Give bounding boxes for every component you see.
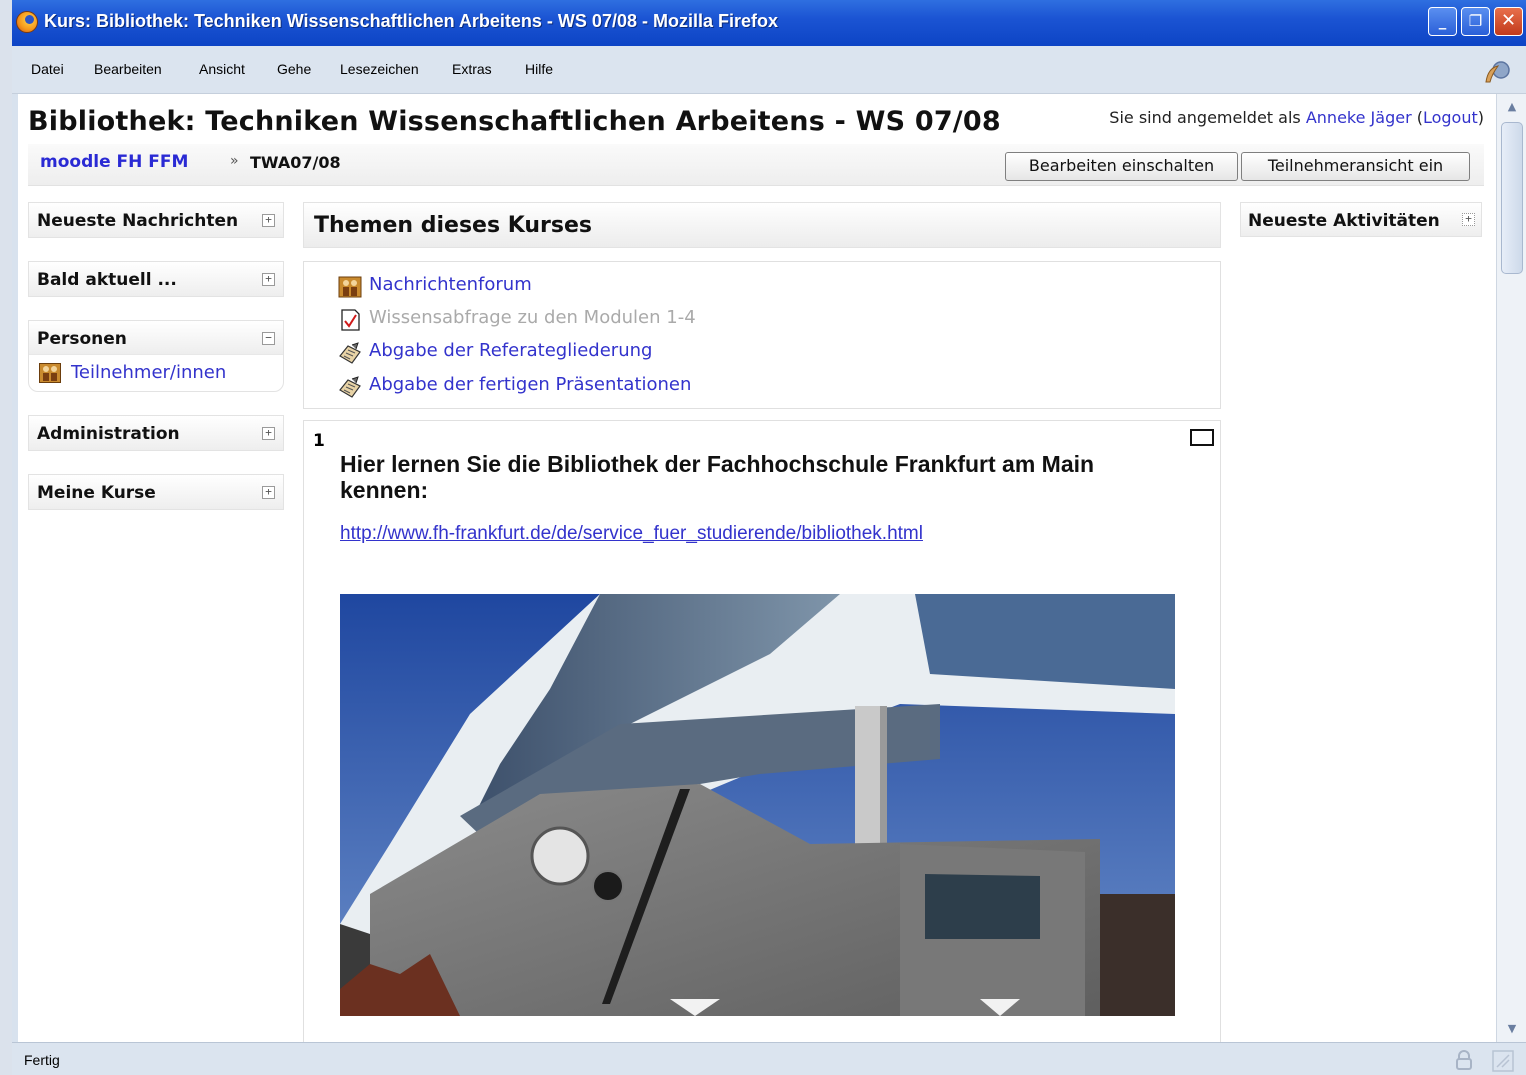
title-bar: Kurs: Bibliothek: Techniken Wissenschaft… (12, 0, 1526, 46)
status-text: Fertig (24, 1052, 60, 1068)
menu-lesezeichen[interactable]: Lesezeichen (340, 61, 419, 77)
topics-title: Themen dieses Kurses (314, 213, 593, 238)
expand-icon[interactable]: + (1462, 213, 1475, 226)
participants-link[interactable]: Teilnehmer/innen (71, 362, 226, 383)
breadcrumb: moodle FH FFM » TWA07/08 Bearbeiten eins… (28, 144, 1484, 186)
topics-header: Themen dieses Kurses (303, 202, 1221, 248)
block-news-title: Neueste Nachrichten (37, 211, 239, 231)
participant-view-button[interactable]: Teilnehmeransicht ein (1241, 152, 1470, 181)
expand-icon[interactable]: + (262, 486, 275, 499)
menu-hilfe[interactable]: Hilfe (525, 61, 553, 77)
menu-gehe[interactable]: Gehe (277, 61, 311, 77)
scroll-down-arrow-icon[interactable]: ▼ (1503, 1022, 1521, 1036)
firefox-icon (16, 11, 38, 33)
people-icon (39, 363, 61, 383)
breadcrumb-current: TWA07/08 (250, 153, 341, 172)
block-people: Personen − Teilnehmer/innen (28, 320, 284, 392)
expand-icon[interactable]: + (262, 214, 275, 227)
menu-extras[interactable]: Extras (452, 61, 492, 77)
block-recent-activity: Neueste Aktivitäten + (1240, 202, 1482, 237)
breadcrumb-home[interactable]: moodle FH FFM (40, 152, 188, 172)
assignment-link[interactable]: Abgabe der fertigen Präsentationen (369, 374, 691, 395)
window-title: Kurs: Bibliothek: Techniken Wissenschaft… (44, 11, 778, 31)
highlight-toggle[interactable] (1190, 429, 1214, 446)
block-people-title: Personen (37, 329, 127, 349)
menu-ansicht[interactable]: Ansicht (199, 61, 245, 77)
logout-link[interactable]: Logout (1423, 108, 1478, 127)
section-heading: Hier lernen Sie die Bibliothek der Fachh… (340, 451, 1095, 503)
course-section-1: 1 Hier lernen Sie die Bibliothek der Fac… (303, 420, 1221, 1042)
login-info: Sie sind angemeldet als Anneke Jäger (Lo… (1109, 108, 1484, 127)
forum-icon (338, 276, 362, 298)
menu-bearbeiten[interactable]: Bearbeiten (94, 61, 162, 77)
browser-window: Kurs: Bibliothek: Techniken Wissenschaft… (0, 0, 1526, 1075)
block-upcoming: Bald aktuell ... + (28, 261, 284, 297)
vertical-scrollbar[interactable]: ▲ ▼ (1496, 94, 1526, 1042)
block-admin-title: Administration (37, 424, 180, 444)
scrollbar-thumb[interactable] (1501, 122, 1523, 274)
forum-link[interactable]: Nachrichtenforum (369, 274, 532, 295)
block-my-courses-title: Meine Kurse (37, 483, 156, 503)
library-building-photo (340, 594, 1175, 1016)
expand-icon[interactable]: + (262, 273, 275, 286)
library-link[interactable]: http://www.fh-frankfurt.de/de/service_fu… (340, 523, 923, 545)
block-recent-activity-title: Neueste Aktivitäten (1248, 211, 1440, 231)
minimize-button[interactable]: _ (1428, 7, 1457, 36)
menu-bar: Datei Bearbeiten Ansicht Gehe Lesezeiche… (12, 46, 1526, 94)
block-admin: Administration + (28, 415, 284, 451)
block-upcoming-title: Bald aktuell ... (37, 270, 177, 290)
scroll-up-arrow-icon[interactable]: ▲ (1503, 100, 1521, 114)
page-title: Bibliothek: Techniken Wissenschaftlichen… (28, 106, 1001, 137)
maximize-button[interactable]: ❐ (1461, 7, 1490, 36)
quiz-link[interactable]: Wissensabfrage zu den Modulen 1-4 (369, 307, 696, 328)
assignment-icon (339, 342, 361, 364)
assignment-icon (339, 376, 361, 398)
edit-mode-button[interactable]: Bearbeiten einschalten (1005, 152, 1238, 181)
block-my-courses: Meine Kurse + (28, 474, 284, 510)
collapse-icon[interactable]: − (262, 332, 275, 345)
expand-icon[interactable]: + (262, 427, 275, 440)
menu-datei[interactable]: Datei (31, 61, 64, 77)
assignment-link[interactable]: Abgabe der Referategliederung (369, 340, 652, 361)
page-content: Bibliothek: Techniken Wissenschaftlichen… (18, 94, 1496, 1042)
user-link[interactable]: Anneke Jäger (1306, 108, 1412, 127)
course-section-0: Nachrichtenforum Wissensabfrage zu den M… (303, 261, 1221, 409)
close-button[interactable]: ✕ (1494, 7, 1523, 36)
block-news: Neueste Nachrichten + (28, 202, 284, 238)
throbber-icon (1485, 61, 1510, 83)
quiz-icon (341, 309, 360, 331)
breadcrumb-separator: » (230, 153, 239, 169)
lock-icon (1454, 1050, 1474, 1070)
resize-grip-icon[interactable] (1492, 1050, 1514, 1072)
section-number: 1 (313, 431, 325, 451)
window-left-edge (0, 0, 12, 1075)
status-bar: Fertig (12, 1042, 1526, 1075)
login-prefix: Sie sind angemeldet als (1109, 108, 1301, 127)
